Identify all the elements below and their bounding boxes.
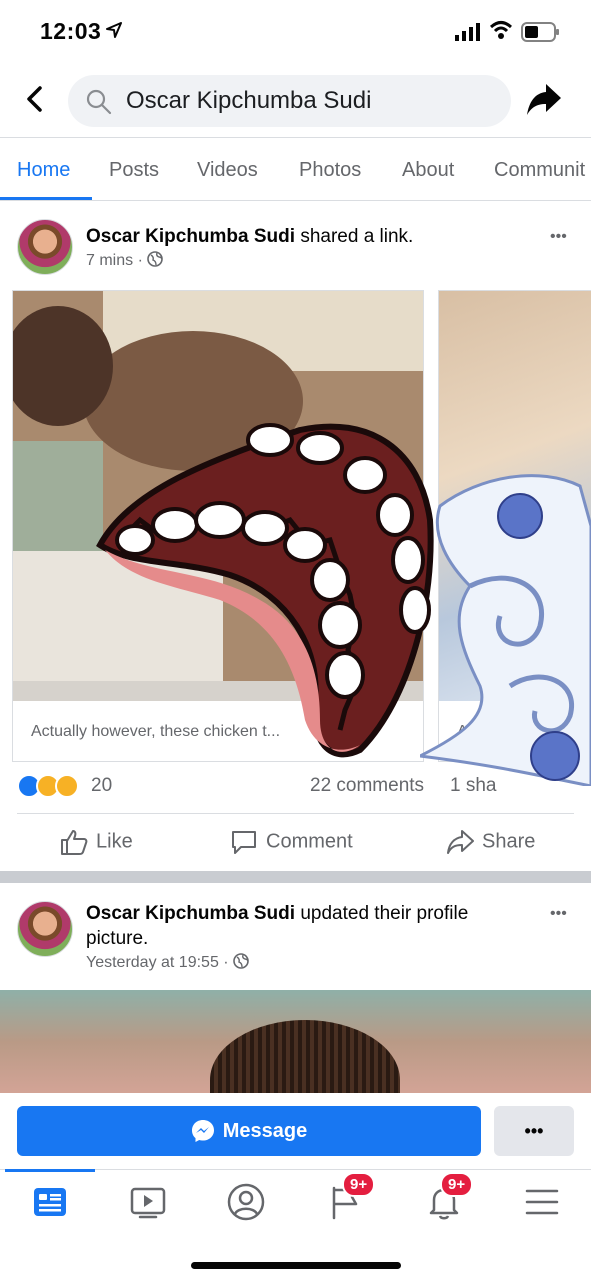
shares-count[interactable]: 1 sha xyxy=(450,775,496,797)
search-header: Oscar Kipchumba Sudi xyxy=(0,62,591,138)
post-author[interactable]: Oscar Kipchumba Sudi xyxy=(86,226,295,247)
post-action: shared a link. xyxy=(295,226,414,247)
thumbs-up-icon xyxy=(61,830,88,855)
comment-button[interactable]: Comment xyxy=(230,829,353,855)
post-time[interactable]: 7 mins xyxy=(86,252,133,269)
search-query: Oscar Kipchumba Sudi xyxy=(126,87,372,114)
divider xyxy=(17,813,574,814)
profile-icon xyxy=(227,1183,265,1221)
news-feed-icon xyxy=(34,1188,66,1216)
share-button[interactable]: Share xyxy=(446,829,535,855)
profile-tabs: Home Posts Videos Photos About Communit xyxy=(0,139,591,201)
swirl-sticker xyxy=(420,474,591,786)
notifications-badge: 9+ xyxy=(440,1172,474,1197)
message-button[interactable]: Message xyxy=(17,1106,481,1156)
post-options-icon[interactable]: ••• xyxy=(550,228,567,246)
share-icon xyxy=(447,830,474,854)
avatar[interactable] xyxy=(17,901,73,957)
location-arrow-icon xyxy=(106,22,122,38)
status-time: 12:03 xyxy=(40,18,102,44)
comments-count[interactable]: 22 comments xyxy=(310,775,424,797)
video-play-icon xyxy=(130,1187,166,1219)
profile-picture-photo[interactable] xyxy=(0,990,591,1140)
message-bar: Message ••• xyxy=(0,1093,591,1169)
nav-watch[interactable] xyxy=(128,1182,168,1222)
globe-icon xyxy=(233,953,249,969)
like-button[interactable]: Like xyxy=(60,829,133,855)
globe-icon xyxy=(147,251,164,267)
more-options-button[interactable]: ••• xyxy=(494,1106,574,1156)
post-meta: 7 mins · xyxy=(86,251,164,270)
post-header: Oscar Kipchumba Sudi updated their profi… xyxy=(86,901,526,951)
post-actions: Like Comment Share xyxy=(0,815,591,871)
post-separator xyxy=(0,871,591,883)
battery-icon xyxy=(521,22,559,42)
active-nav-indicator xyxy=(5,1169,95,1172)
reaction-count: 20 xyxy=(91,775,113,796)
post-options-icon[interactable]: ••• xyxy=(550,905,567,923)
post-header: Oscar Kipchumba Sudi shared a link. xyxy=(86,224,526,249)
back-arrow-icon[interactable] xyxy=(20,84,50,114)
tab-community[interactable]: Communit xyxy=(494,159,585,182)
post-author[interactable]: Oscar Kipchumba Sudi xyxy=(86,903,295,924)
wifi-icon xyxy=(489,21,513,39)
tab-photos[interactable]: Photos xyxy=(299,159,361,182)
comment-bubble-icon xyxy=(232,831,256,854)
avatar[interactable] xyxy=(17,219,73,275)
search-icon xyxy=(86,89,112,115)
home-indicator xyxy=(191,1262,401,1269)
active-tab-indicator xyxy=(0,197,92,200)
tab-home[interactable]: Home xyxy=(17,159,70,182)
nav-notifications[interactable]: 9+ xyxy=(424,1172,474,1222)
nav-profile[interactable] xyxy=(226,1182,266,1222)
status-bar: 12:03 xyxy=(0,0,591,62)
post-meta: Yesterday at 19:55 · xyxy=(86,953,249,972)
nav-groups[interactable]: 9+ xyxy=(326,1172,376,1222)
bottom-navigation: 9+ 9+ xyxy=(0,1169,591,1280)
messenger-icon xyxy=(191,1120,214,1142)
nav-menu[interactable] xyxy=(522,1182,562,1222)
cellular-signal-icon xyxy=(455,23,480,41)
share-arrow-icon[interactable] xyxy=(526,82,562,116)
search-input[interactable]: Oscar Kipchumba Sudi xyxy=(68,75,511,127)
nav-home[interactable] xyxy=(30,1182,70,1222)
mouth-sticker xyxy=(96,423,434,758)
groups-badge: 9+ xyxy=(342,1172,376,1197)
hamburger-menu-icon xyxy=(525,1189,559,1215)
post-time[interactable]: Yesterday at 19:55 xyxy=(86,954,219,971)
tab-videos[interactable]: Videos xyxy=(197,159,258,182)
tab-about[interactable]: About xyxy=(402,159,454,182)
wow-reaction-icon xyxy=(55,774,79,798)
tab-posts[interactable]: Posts xyxy=(109,159,159,182)
